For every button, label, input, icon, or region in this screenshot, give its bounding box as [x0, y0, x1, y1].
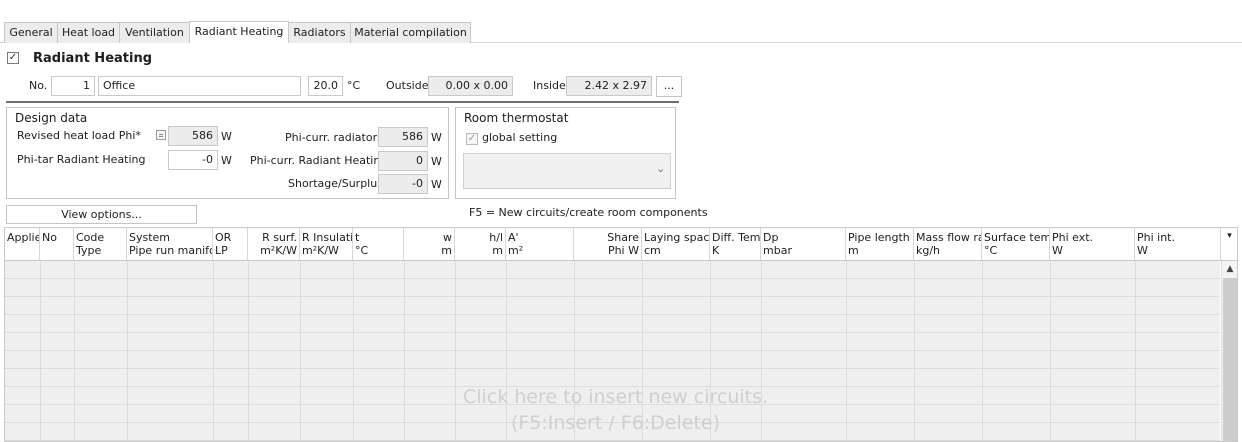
view-options-button[interactable]: View options...	[6, 205, 197, 224]
column-header[interactable]: wm	[404, 228, 455, 261]
scroll-up-icon[interactable]: ▲	[1222, 261, 1237, 277]
table-row[interactable]	[5, 261, 1220, 279]
shortage-surplus-label: Shortage/Surplus	[288, 177, 383, 190]
room-number-field[interactable]: 1	[51, 76, 95, 96]
header-separator	[6, 101, 679, 103]
scrollbar-thumb[interactable]	[1223, 278, 1237, 441]
tab-general[interactable]: General	[4, 22, 58, 43]
outside-label: Outside	[386, 79, 429, 92]
room-details-button[interactable]: ...	[656, 76, 682, 97]
calculator-icon[interactable]	[156, 130, 166, 140]
column-header[interactable]: Diff. TempK	[710, 228, 761, 261]
phi-curr-radiant-unit: W	[431, 155, 442, 168]
column-header[interactable]: Phi int. W	[1135, 228, 1221, 261]
column-header[interactable]: Code Type	[74, 228, 127, 261]
tab-radiant-heating[interactable]: Radiant Heating	[189, 21, 289, 43]
column-header[interactable]: Dp mbar	[761, 228, 846, 261]
column-header[interactable]: Mass flow ratekg/h	[914, 228, 982, 261]
design-data-title: Design data	[15, 111, 88, 125]
empty-grid-hint-line1: Click here to insert new circuits.	[462, 386, 769, 408]
inside-dimensions-field: 2.42 x 2.97	[566, 76, 652, 96]
shortage-surplus-field: -0	[378, 174, 428, 194]
phi-curr-radiant-label: Phi-curr. Radiant Heating	[250, 154, 388, 167]
tab-radiators[interactable]: Radiators	[288, 22, 351, 43]
empty-grid-hint[interactable]: Click here to insert new circuits. (F5:I…	[5, 384, 1226, 436]
vertical-scrollbar[interactable]: ▲	[1221, 261, 1237, 441]
table-row[interactable]	[5, 297, 1220, 315]
column-header[interactable]: Surface temp°C	[982, 228, 1050, 261]
column-header[interactable]: h/l m	[455, 228, 506, 261]
empty-grid-hint-line2: (F5:Insert / F6:Delete)	[510, 412, 721, 434]
revised-heat-load-unit: W	[221, 130, 232, 143]
column-chooser-icon[interactable]: ▾	[1221, 228, 1237, 261]
global-setting-label: global setting	[482, 131, 558, 144]
f5-hint: F5 = New circuits/create room components	[469, 206, 708, 219]
shortage-surplus-unit: W	[431, 178, 442, 191]
column-header[interactable]: Laying spacingcm	[642, 228, 710, 261]
tab-ventilation[interactable]: Ventilation	[119, 22, 190, 43]
table-row[interactable]	[5, 333, 1220, 351]
tab-heat-load[interactable]: Heat load	[57, 22, 120, 43]
room-temperature-field[interactable]: 20.0	[308, 76, 343, 96]
revised-heat-load-field: 586	[168, 126, 218, 146]
column-header[interactable]: Phi ext. W	[1050, 228, 1135, 261]
room-number-label: No.	[29, 79, 48, 92]
column-header[interactable]: Pipe length m	[846, 228, 914, 261]
page-title: Radiant Heating	[33, 51, 153, 66]
revised-heat-load-label: Revised heat load Phi*	[17, 129, 141, 142]
chevron-down-icon: ⌄	[656, 162, 666, 175]
table-row[interactable]	[5, 315, 1220, 333]
inside-label: Inside	[533, 79, 566, 92]
column-header[interactable]: R Insulationm²K/W	[300, 228, 353, 261]
column-header[interactable]: t °C	[353, 228, 404, 261]
temperature-unit: °C	[347, 79, 361, 92]
room-thermostat-group: Room thermostat ✓ global setting ⌄	[455, 107, 676, 199]
column-header[interactable]: Share Phi W	[574, 228, 642, 261]
tab-bar: General Heat load Ventilation Radiant He…	[0, 0, 1242, 43]
column-header[interactable]: Applied	[5, 228, 40, 261]
thermostat-select[interactable]: ⌄	[463, 153, 671, 189]
column-header[interactable]: A' m²	[506, 228, 574, 261]
tab-material-compilation[interactable]: Material compilation	[350, 22, 471, 43]
radiant-heating-checkbox[interactable]: ✓	[7, 52, 19, 64]
design-data-group: Design data Revised heat load Phi* 586 W…	[6, 107, 449, 199]
phi-curr-radiant-field: 0	[378, 151, 428, 171]
phi-curr-radiators-label: Phi-curr. radiators	[285, 131, 383, 144]
phi-tar-unit: W	[221, 154, 232, 167]
room-thermostat-title: Room thermostat	[464, 111, 569, 125]
phi-curr-radiators-field: 586	[378, 127, 428, 147]
phi-tar-field[interactable]: -0	[168, 150, 218, 170]
phi-tar-label: Phi-tar Radiant Heating	[17, 153, 146, 166]
table-row[interactable]	[5, 351, 1220, 369]
column-header[interactable]: No	[40, 228, 74, 261]
column-header[interactable]: R surf. m²K/W	[248, 228, 300, 261]
global-setting-checkbox[interactable]: ✓	[466, 133, 478, 145]
column-header[interactable]: OR LP	[213, 228, 248, 261]
outside-dimensions-field: 0.00 x 0.00	[428, 76, 513, 96]
circuits-grid[interactable]: Applied No CodeType SystemPipe run manif…	[4, 227, 1238, 442]
room-name-field[interactable]: Office	[98, 76, 301, 96]
phi-curr-radiators-unit: W	[431, 131, 442, 144]
column-header[interactable]: SystemPipe run manifold	[127, 228, 213, 261]
table-row[interactable]	[5, 279, 1220, 297]
